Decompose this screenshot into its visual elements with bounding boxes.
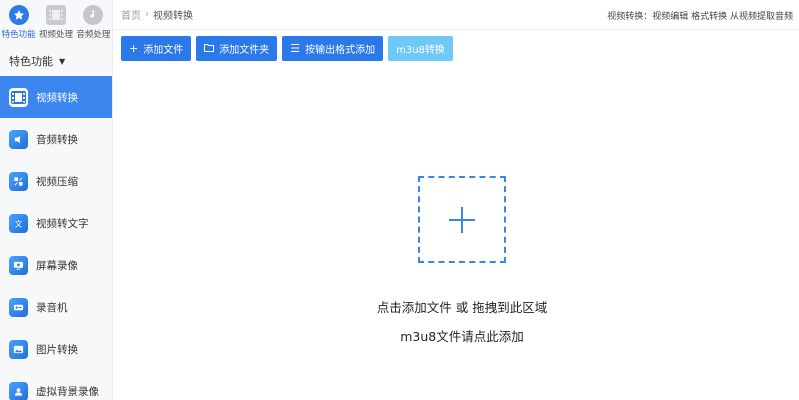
add-file-button[interactable]: + 添加文件 [121, 36, 192, 61]
tab-featured[interactable]: 特色功能 [0, 0, 37, 46]
m3u8-convert-button[interactable]: m3u8转换 [388, 36, 453, 61]
sidebar-item-label: 视频转换 [36, 91, 78, 104]
caret-down-icon: ▼ [59, 56, 66, 66]
sidebar-item-label: 录音机 [36, 301, 68, 314]
breadcrumb-current: 视频转换 [153, 11, 193, 22]
breadcrumb-home[interactable]: 首页 [121, 7, 141, 22]
toolbar: + 添加文件 添加文件夹 ☰ 按输出格式添加 m3u8转换 [121, 36, 453, 61]
folder-icon [204, 42, 215, 55]
section-title-label: 特色功能 [9, 55, 53, 68]
m3u8-convert-label: m3u8转换 [396, 45, 445, 56]
plus-icon: + [129, 42, 139, 55]
tab-label: 视频处理 [38, 30, 73, 40]
sidebar-item-recorder[interactable]: 录音机 [0, 286, 112, 328]
sidebar-item-image-convert[interactable]: 图片转换 [0, 328, 112, 370]
audio-convert-icon [9, 129, 28, 149]
image-convert-icon [9, 339, 28, 359]
add-by-format-button[interactable]: ☰ 按输出格式添加 [282, 36, 384, 61]
film-icon [45, 5, 66, 25]
video-compress-icon [9, 171, 28, 191]
drop-hint-text: 点击添加文件 或 拖拽到此区域 [376, 300, 548, 315]
tab-video-processing[interactable]: 视频处理 [37, 0, 74, 46]
video-to-text-icon: 文 [9, 213, 28, 233]
add-folder-label: 添加文件夹 [219, 45, 270, 56]
add-by-format-label: 按输出格式添加 [305, 45, 376, 56]
sidebar-nav: 视频转换 音频转换 视频压缩 文 视频转文字 屏幕录像 录音机 图片转换 虚拟背… [0, 76, 112, 400]
sidebar-item-audio-convert[interactable]: 音频转换 [0, 118, 112, 160]
add-folder-button[interactable]: 添加文件夹 [196, 36, 278, 61]
list-icon: ☰ [290, 42, 301, 55]
recorder-icon [9, 297, 28, 317]
tab-label: 音频处理 [76, 30, 111, 40]
sidebar-item-label: 音频转换 [36, 133, 78, 146]
sidebar-item-label: 屏幕录像 [36, 259, 78, 272]
sidebar-item-label: 图片转换 [36, 343, 78, 356]
header-description: 视频转换：视频编辑 格式转换 从视频提取音频 [607, 12, 793, 22]
tab-label: 特色功能 [1, 30, 36, 40]
header: 首页 › 视频转换 视频转换：视频编辑 格式转换 从视频提取音频 [113, 0, 799, 30]
add-file-label: 添加文件 [143, 45, 184, 56]
sidebar-item-video-compress[interactable]: 视频压缩 [0, 160, 112, 202]
sidebar-item-video-convert[interactable]: 视频转换 [0, 76, 112, 118]
svg-text:文: 文 [15, 219, 23, 228]
sidebar-item-label: 视频压缩 [36, 175, 78, 188]
sidebar-item-virtual-background[interactable]: 虚拟背景录像 [0, 370, 112, 400]
audio-icon [83, 5, 104, 25]
tab-audio-processing[interactable]: 音频处理 [75, 0, 112, 46]
sidebar-item-video-to-text[interactable]: 文 视频转文字 [0, 202, 112, 244]
star-icon [8, 5, 29, 25]
section-title-dropdown[interactable]: 特色功能 ▼ [0, 46, 112, 76]
top-tabs: 特色功能 视频处理 音频处理 [0, 0, 112, 46]
sidebar-item-label: 视频转文字 [36, 217, 89, 230]
chevron-right-icon: › [145, 9, 149, 20]
virtual-background-icon [9, 381, 28, 400]
plus-icon [449, 206, 475, 233]
sidebar-item-screen-record[interactable]: 屏幕录像 [0, 244, 112, 286]
video-convert-icon [9, 87, 28, 107]
sidebar-item-label: 虚拟背景录像 [36, 385, 99, 398]
drop-zone[interactable] [418, 176, 506, 263]
m3u8-add-hint[interactable]: m3u8文件请点此添加 [300, 326, 624, 345]
screen-record-icon [9, 255, 28, 275]
sidebar: 特色功能 视频处理 音频处理 特色功能 ▼ 视频转换 音频转换 视频压缩 文 视… [0, 0, 113, 400]
